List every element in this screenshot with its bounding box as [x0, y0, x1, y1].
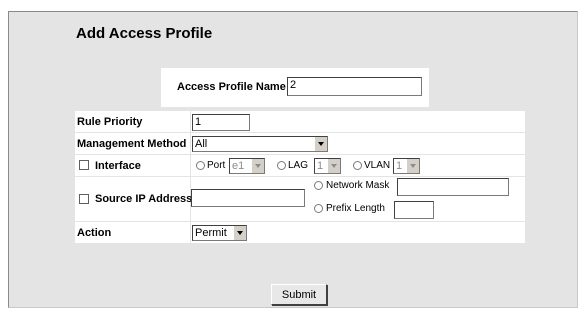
lag-value: 1: [317, 160, 324, 172]
content-panel: Add Access Profile Access Profile Name 2…: [8, 11, 578, 308]
action-label: Action: [77, 227, 112, 239]
action-value-cell: Permit: [191, 222, 525, 243]
chevron-down-icon[interactable]: [233, 226, 246, 240]
prefix-length-input[interactable]: [394, 201, 434, 219]
network-mask-label: Network Mask: [326, 180, 390, 191]
interface-value-cell: Port e1 LAG 1 VLAN 1: [191, 155, 525, 176]
rule-priority-label: Rule Priority: [77, 116, 143, 128]
management-method-label-cell: Management Method: [75, 133, 190, 154]
chevron-down-icon[interactable]: [314, 137, 327, 151]
prefix-length-label: Prefix Length: [326, 203, 385, 214]
prefix-length-radio[interactable]: [314, 204, 323, 213]
submit-button[interactable]: Submit: [271, 284, 327, 305]
source-ip-label-cell: Source IP Address: [75, 177, 193, 221]
chevron-down-icon[interactable]: [406, 159, 419, 173]
rule-priority-input[interactable]: 1: [192, 114, 250, 131]
vlan-label: VLAN: [364, 160, 391, 171]
source-ip-input[interactable]: [191, 189, 305, 207]
port-label: Port: [207, 160, 226, 171]
vlan-radio[interactable]: [353, 161, 362, 170]
profile-name-row: Access Profile Name 2: [161, 68, 429, 107]
port-value: e1: [232, 160, 245, 172]
chevron-down-icon[interactable]: [251, 159, 264, 173]
interface-label-cell: Interface: [75, 155, 190, 176]
vlan-select[interactable]: 1: [393, 158, 420, 174]
lag-radio[interactable]: [277, 161, 286, 170]
profile-name-label: Access Profile Name: [177, 81, 286, 93]
management-method-value: All: [195, 138, 208, 150]
management-method-select[interactable]: All: [192, 136, 328, 152]
source-ip-label: Source IP Address: [95, 193, 193, 205]
management-method-label: Management Method: [77, 138, 187, 150]
action-label-cell: Action: [75, 222, 190, 243]
network-mask-input[interactable]: [397, 178, 509, 196]
action-value: Permit: [195, 227, 227, 239]
interface-checkbox[interactable]: [79, 160, 89, 170]
network-mask-radio[interactable]: [314, 181, 323, 190]
rule-form: Rule Priority 1 Management Method All In…: [75, 111, 525, 263]
action-select[interactable]: Permit: [192, 225, 247, 241]
management-method-value-cell: All: [191, 133, 525, 154]
interface-label: Interface: [95, 160, 141, 172]
rule-priority-value-cell: 1: [191, 111, 525, 132]
profile-name-input[interactable]: 2: [287, 77, 422, 96]
lag-label: LAG: [288, 160, 309, 171]
vlan-value: 1: [396, 160, 403, 172]
source-ip-value-cell: Network Mask Prefix Length: [191, 177, 525, 221]
port-radio[interactable]: [196, 161, 205, 170]
source-ip-checkbox[interactable]: [79, 194, 89, 204]
port-select[interactable]: e1: [229, 158, 265, 174]
chevron-down-icon[interactable]: [327, 159, 340, 173]
rule-priority-label-cell: Rule Priority: [75, 111, 190, 132]
page-title: Add Access Profile: [76, 25, 213, 42]
lag-select[interactable]: 1: [314, 158, 341, 174]
